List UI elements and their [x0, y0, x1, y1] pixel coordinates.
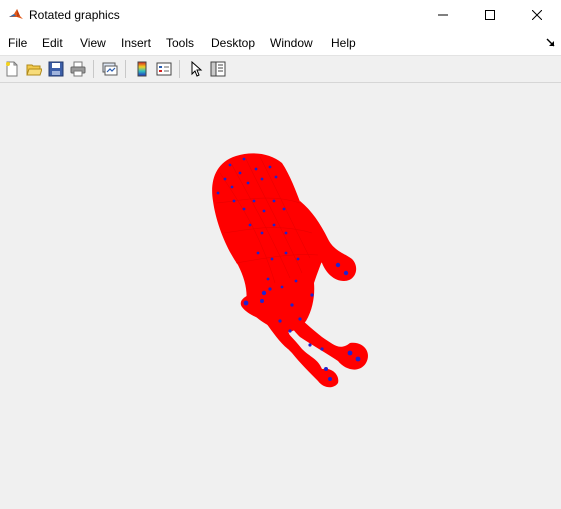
minimize-icon [438, 14, 448, 16]
menu-help[interactable]: Help [331, 36, 356, 50]
toolbar-separator [93, 60, 94, 78]
title-bar: Rotated graphics [0, 0, 561, 30]
open-file-icon [26, 64, 42, 76]
menu-window[interactable]: Window [270, 36, 313, 50]
minimize-button[interactable] [420, 0, 466, 30]
hand-mesh-plot [212, 153, 369, 388]
insert-colorbar-button[interactable] [132, 59, 152, 79]
menu-bar: File Edit View Insert Tools Desktop Wind… [0, 30, 561, 56]
matlab-icon [9, 9, 23, 19]
insert-legend-icon [156, 62, 172, 76]
hand-mesh [212, 153, 369, 388]
insert-colorbar-icon [137, 61, 147, 77]
menu-view[interactable]: View [80, 36, 106, 50]
toolbar-separator [125, 60, 126, 78]
menu-edit[interactable]: Edit [42, 36, 63, 50]
property-inspector-button[interactable] [208, 59, 228, 79]
window-title: Rotated graphics [29, 8, 120, 22]
open-file-button[interactable] [24, 59, 44, 79]
maximize-icon [485, 10, 495, 20]
dock-arrow-icon[interactable] [546, 38, 556, 48]
link-plot-button[interactable] [100, 59, 120, 79]
new-figure-button[interactable] [2, 59, 22, 79]
edit-plot-icon [191, 61, 203, 77]
edit-plot-button[interactable] [186, 59, 206, 79]
maximize-button[interactable] [467, 0, 513, 30]
toolbar-separator [179, 60, 180, 78]
figure-canvas[interactable] [0, 83, 561, 504]
print-figure-icon [70, 61, 86, 77]
menu-insert[interactable]: Insert [121, 36, 151, 50]
property-inspector-icon [210, 61, 226, 77]
figure-toolbar [0, 56, 561, 83]
link-plot-icon [102, 62, 118, 76]
save-figure-button[interactable] [46, 59, 66, 79]
close-icon [532, 10, 542, 20]
menu-file[interactable]: File [8, 36, 27, 50]
insert-legend-button[interactable] [154, 59, 174, 79]
menu-tools[interactable]: Tools [166, 36, 194, 50]
save-figure-icon [48, 61, 64, 77]
menu-desktop[interactable]: Desktop [211, 36, 255, 50]
new-figure-icon [6, 61, 18, 77]
print-figure-button[interactable] [68, 59, 88, 79]
close-button[interactable] [514, 0, 560, 30]
